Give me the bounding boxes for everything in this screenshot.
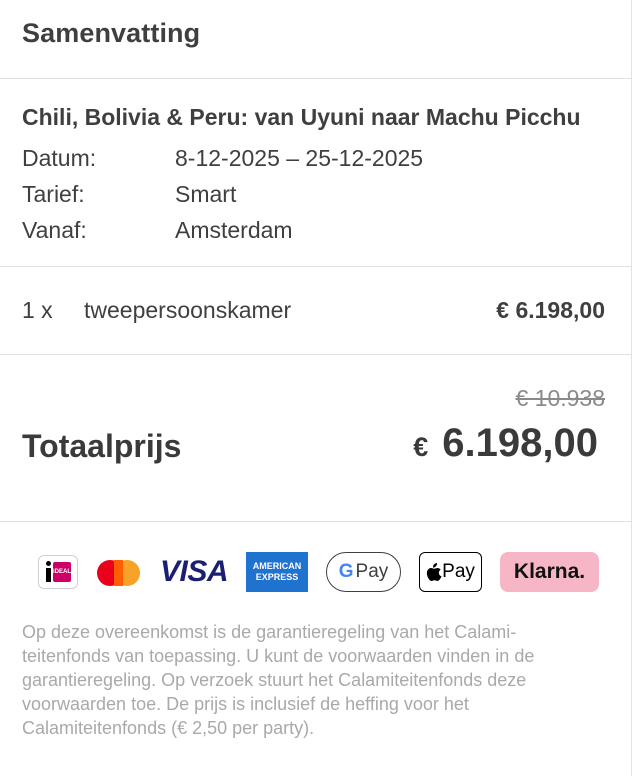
date-label: Datum: — [22, 144, 97, 171]
total-amount: 6.198,00 — [442, 421, 598, 465]
original-price: € 10.938 — [515, 385, 605, 411]
departure-row: Vanaf: Amsterdam — [22, 212, 609, 248]
amex-icon: AMERICAN EXPRESS — [246, 552, 309, 592]
mastercard-icon — [96, 556, 142, 588]
line-item-description: tweepersoonskamer — [84, 297, 292, 323]
summary-title: Samenvatting — [22, 18, 201, 48]
line-item-quantity: 1 x — [22, 297, 53, 323]
ideal-icon: iDEAL — [38, 555, 78, 589]
ideal-icon-text: iDEAL — [53, 562, 71, 582]
date-row: Datum: 8-12-2025 – 25-12-2025 — [22, 140, 609, 176]
trip-title: Chili, Bolivia & Peru: van Uyuni naar Ma… — [22, 104, 581, 130]
apple-pay-text: Pay — [442, 561, 475, 582]
rate-label: Tarief: — [22, 180, 85, 207]
google-pay-icon: G Pay — [326, 552, 402, 592]
amex-icon-text-line2: EXPRESS — [255, 572, 299, 582]
trip-details: Chili, Bolivia & Peru: van Uyuni naar Ma… — [0, 79, 631, 267]
summary-panel: Samenvatting Chili, Bolivia & Peru: van … — [0, 0, 632, 776]
amex-icon-text-line1: AMERICAN — [252, 561, 302, 571]
klarna-icon: Klarna. — [500, 552, 600, 592]
google-g-icon: G — [338, 561, 354, 582]
date-value: 8-12-2025 – 25-12-2025 — [175, 144, 424, 171]
visa-icon: VISA — [160, 555, 229, 588]
line-item: 1 x tweepersoonskamer € 6.198,00 — [0, 267, 631, 355]
total-label: Totaalprijs — [22, 428, 182, 464]
total-section: € 10.938 Totaalprijs € 6.198,00 — [0, 355, 631, 522]
apple-logo-icon — [427, 562, 442, 581]
apple-pay-icon: Pay — [419, 552, 483, 592]
departure-label: Vanaf: — [22, 216, 87, 243]
summary-header: Samenvatting — [0, 0, 631, 79]
rate-value: Smart — [175, 180, 237, 207]
disclaimer-text: Op deze overeenkomst is de garantieregel… — [22, 622, 535, 738]
google-pay-text: Pay — [355, 561, 389, 582]
total-currency: € — [413, 432, 429, 462]
line-item-price: € 6.198,00 — [496, 297, 605, 323]
payment-methods: iDEAL VISA AMERICAN EXPRESS G Pay Pay Kl… — [0, 522, 631, 592]
rate-row: Tarief: Smart — [22, 176, 609, 212]
departure-value: Amsterdam — [175, 216, 293, 243]
total-price: € 6.198,00 — [413, 421, 598, 466]
